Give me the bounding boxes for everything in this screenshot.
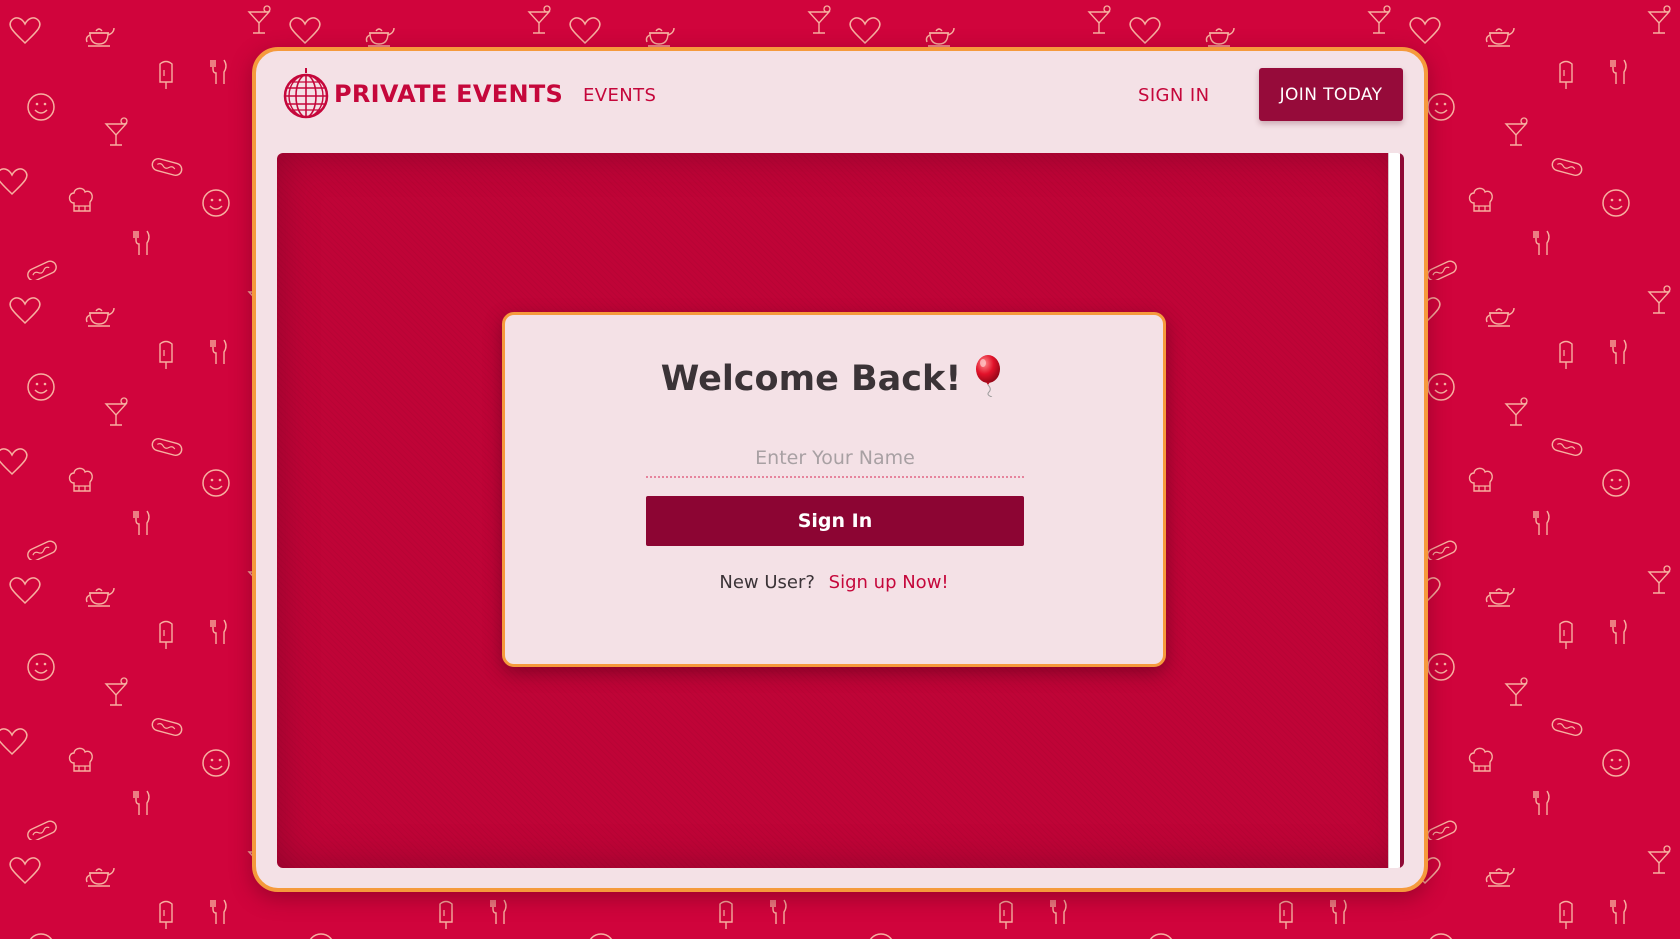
welcome-title-text: Welcome Back! [660,359,962,399]
navbar: PRIVATE EVENTS EVENTS SIGN IN JOIN TODAY [256,51,1424,149]
signin-button[interactable]: Sign In [646,496,1024,546]
join-today-button[interactable]: JOIN TODAY [1259,68,1403,121]
brand-name: PRIVATE EVENTS [334,80,564,108]
login-card: Welcome Back! Sign In [502,312,1166,667]
main-content-panel: Welcome Back! Sign In [277,153,1404,868]
nav-events-link[interactable]: EVENTS [583,85,656,106]
signup-link[interactable]: Sign up Now! [829,572,949,593]
disco-ball-icon [283,68,329,119]
new-user-prompt: New User? [719,572,815,593]
nav-signin-link[interactable]: SIGN IN [1138,85,1209,106]
app-window: PRIVATE EVENTS EVENTS SIGN IN JOIN TODAY… [252,47,1428,892]
name-input[interactable] [646,440,1024,478]
scrollbar-thumb[interactable] [1400,153,1404,868]
brand-home-link[interactable]: PRIVATE EVENTS [282,68,563,120]
balloon-icon [976,355,1001,397]
welcome-heading: Welcome Back! [505,355,1163,399]
signup-row: New User? Sign up Now! [505,572,1163,593]
vertical-scrollbar[interactable] [1388,153,1404,868]
